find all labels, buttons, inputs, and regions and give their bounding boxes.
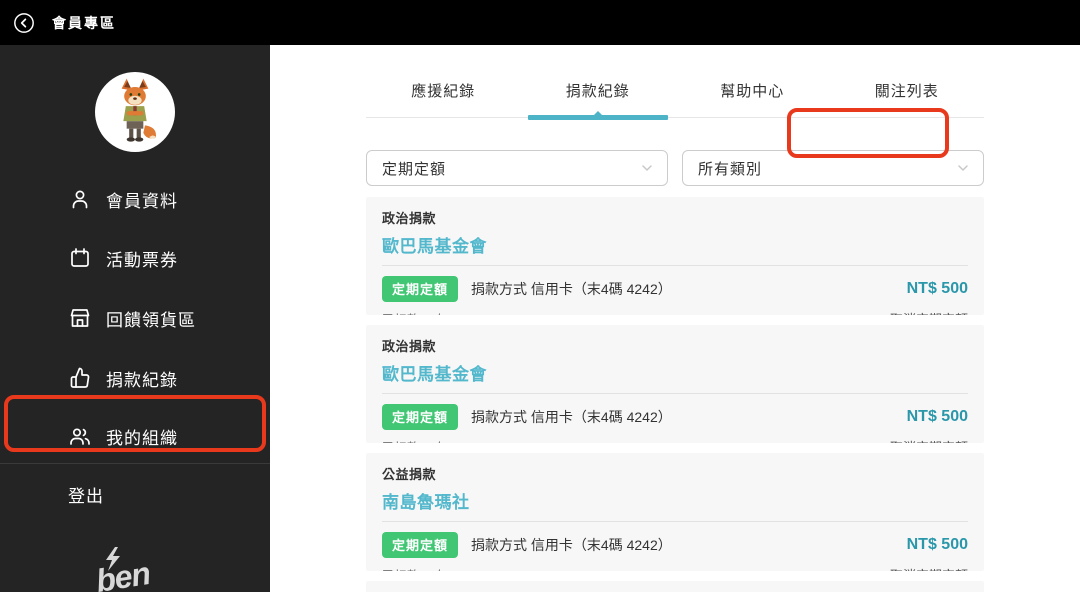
tab-bar: 應援紀錄 捐款紀錄 幫助中心 關注列表: [366, 70, 985, 120]
topbar: 會員專區: [0, 0, 1080, 45]
sidebar-item-label: 活動票券: [106, 250, 178, 270]
sidebar-item-label: 會員資料: [106, 191, 178, 211]
sidebar-item-event-tickets[interactable]: 活動票券: [68, 245, 178, 271]
sidebar-item-label: 我的組織: [106, 428, 178, 448]
payment-method: 捐款方式 信用卡（末4碼 4242）: [471, 409, 672, 425]
donation-amount: NT$ 500: [906, 280, 968, 297]
donation-category: 政治捐款: [382, 339, 437, 354]
donation-list: 政治捐款 歐巴馬基金會 定期定額 捐款方式 信用卡（末4碼 4242） NT$ …: [366, 197, 984, 592]
main-content: 應援紀錄 捐款紀錄 幫助中心 關注列表 定期定額 所有類別 政治捐款 歐巴馬基金…: [270, 45, 1080, 592]
sidebar-divider: [0, 463, 270, 464]
person-icon: [68, 187, 92, 211]
sidebar-item-donation-history[interactable]: 捐款紀錄: [68, 365, 178, 391]
recurring-badge: 定期定額: [382, 532, 459, 558]
fox-avatar-image: [110, 77, 160, 147]
cancel-recurring-link[interactable]: 取消定期定額: [890, 437, 968, 443]
frequency-select-value: 定期定額: [382, 160, 447, 178]
tab-watch-list[interactable]: 關注列表: [830, 70, 985, 117]
calendar-icon: [68, 246, 92, 270]
chevron-left-icon: [13, 12, 35, 34]
sidebar-item-rewards-pickup[interactable]: 回饋領貨區: [68, 305, 196, 331]
cancel-recurring-link[interactable]: 取消定期定額: [890, 309, 968, 315]
sidebar-item-my-organizations[interactable]: 我的組織: [68, 423, 178, 449]
active-tab-arrow: [592, 111, 603, 116]
card-divider: [382, 521, 968, 522]
donation-card: 政治捐款: [366, 581, 984, 592]
recurring-badge: 定期定額: [382, 276, 459, 302]
payment-method: 捐款方式 信用卡（末4碼 4242）: [471, 537, 672, 553]
card-divider: [382, 393, 968, 394]
brand-logo-text: ben: [93, 555, 153, 592]
sidebar-item-label: 捐款紀錄: [106, 370, 178, 390]
tab-support-history[interactable]: 應援紀錄: [366, 70, 521, 117]
frequency-select[interactable]: 定期定額: [366, 150, 668, 186]
sidebar: 會員資料 活動票券 回饋領貨區 捐款紀錄 我的組織 登出 ben: [0, 45, 270, 592]
tab-help-center[interactable]: 幫助中心: [675, 70, 830, 117]
donation-category: 公益捐款: [382, 467, 437, 482]
sidebar-item-label: 回饋領貨區: [106, 310, 196, 330]
back-button[interactable]: [13, 12, 35, 34]
category-select[interactable]: 所有類別: [682, 150, 984, 186]
thumbs-up-icon: [68, 366, 92, 390]
chevron-down-icon: [639, 160, 655, 176]
tab-donation-history[interactable]: 捐款紀錄: [521, 70, 676, 120]
people-icon: [68, 424, 92, 448]
donation-amount: NT$ 500: [906, 408, 968, 425]
page-title: 會員專區: [52, 14, 116, 31]
organization-link[interactable]: 南島魯瑪社: [382, 488, 968, 513]
filter-row: 定期定額 所有類別: [366, 150, 984, 186]
donation-card: 政治捐款 歐巴馬基金會 定期定額 捐款方式 信用卡（末4碼 4242） NT$ …: [366, 197, 984, 315]
organization-link[interactable]: 歐巴馬基金會: [382, 360, 968, 385]
chevron-down-icon: [955, 160, 971, 176]
donation-amount: NT$ 500: [906, 536, 968, 553]
charge-count: 已扣款 3 次: [382, 565, 446, 571]
recurring-badge: 定期定額: [382, 404, 459, 430]
tab-label: 捐款紀錄: [565, 83, 630, 100]
organization-link[interactable]: 歐巴馬基金會: [382, 232, 968, 257]
charge-count: 已扣款 1 次: [382, 309, 446, 315]
cancel-recurring-link[interactable]: 取消定期定額: [890, 565, 968, 571]
card-divider: [382, 265, 968, 266]
category-select-value: 所有類別: [698, 160, 763, 178]
active-tab-indicator: [527, 111, 668, 120]
payment-method: 捐款方式 信用卡（末4碼 4242）: [471, 281, 672, 297]
donation-category: 政治捐款: [382, 211, 437, 226]
storefront-icon: [68, 306, 92, 330]
avatar[interactable]: [95, 72, 175, 152]
sidebar-item-member-profile[interactable]: 會員資料: [68, 186, 178, 212]
donation-card: 公益捐款 南島魯瑪社 定期定額 捐款方式 信用卡（末4碼 4242） NT$ 5…: [366, 453, 984, 571]
charge-count: 已扣款 2 次: [382, 437, 446, 443]
donation-card: 政治捐款 歐巴馬基金會 定期定額 捐款方式 信用卡（末4碼 4242） NT$ …: [366, 325, 984, 443]
logout-button[interactable]: 登出: [68, 482, 104, 507]
member-area-page: 會員專區 會員資料 活動票券 回饋領貨區 捐款紀錄 我的組織 登出 ben 應援…: [0, 0, 1080, 592]
